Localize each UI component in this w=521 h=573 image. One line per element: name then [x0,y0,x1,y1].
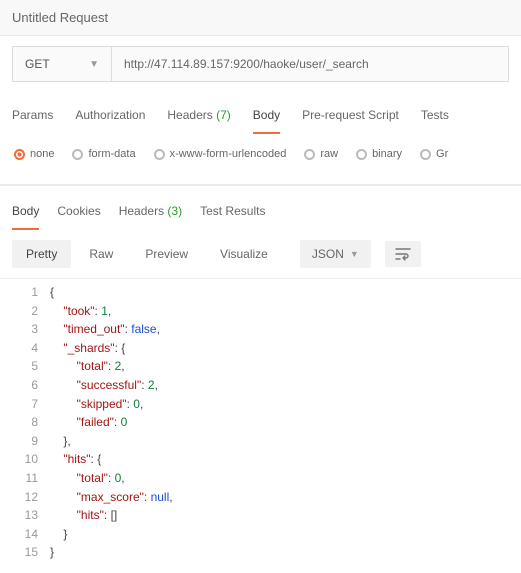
resp-tab-body[interactable]: Body [12,204,39,230]
body-type-radios: none form-data x-www-form-urlencoded raw… [0,134,521,178]
chevron-down-icon: ▼ [89,59,99,70]
tab-body[interactable]: Body [253,108,280,134]
wrap-lines-button[interactable] [385,241,421,267]
resp-tab-cookies[interactable]: Cookies [57,204,100,230]
tab-authorization[interactable]: Authorization [75,108,145,134]
response-tabs: Body Cookies Headers (3) Test Results [0,204,521,230]
view-preview-button[interactable]: Preview [131,240,202,268]
http-method-select[interactable]: GET ▼ [12,46,112,82]
http-method-value: GET [25,57,50,71]
request-bar: GET ▼ [0,36,521,94]
radio-icon [420,149,431,160]
view-visualize-button[interactable]: Visualize [206,240,282,268]
radio-binary[interactable]: binary [356,148,402,160]
resp-tab-headers-label: Headers [119,204,164,218]
resp-tab-headers[interactable]: Headers (3) [119,204,182,230]
resp-tab-headers-count: (3) [167,204,182,218]
wrap-icon [395,247,411,261]
tab-headers[interactable]: Headers (7) [167,108,230,134]
radio-icon [14,149,25,160]
radio-icon [356,149,367,160]
format-value: JSON [312,247,344,261]
tab-params[interactable]: Params [12,108,53,134]
line-gutter: 123456789101112131415 [0,283,50,562]
response-body-code[interactable]: 123456789101112131415 { "took": 1, "time… [0,279,521,562]
tab-prerequest[interactable]: Pre-request Script [302,108,399,134]
code-lines: { "took": 1, "timed_out": false, "_shard… [50,283,521,562]
tab-headers-label: Headers [167,108,212,122]
radio-raw[interactable]: raw [304,148,338,160]
request-tabs: Params Authorization Headers (7) Body Pr… [0,94,521,134]
radio-icon [154,149,165,160]
tab-headers-count: (7) [216,108,231,122]
view-raw-button[interactable]: Raw [75,240,127,268]
view-pretty-button[interactable]: Pretty [12,240,71,268]
tab-tests[interactable]: Tests [421,108,449,134]
request-url-input[interactable] [112,46,509,82]
radio-icon [304,149,315,160]
chevron-down-icon: ▼ [350,249,359,259]
radio-x-www-form-urlencoded[interactable]: x-www-form-urlencoded [154,148,287,160]
radio-form-data[interactable]: form-data [72,148,135,160]
section-divider [0,184,521,186]
response-view-bar: Pretty Raw Preview Visualize JSON ▼ [0,230,521,279]
radio-graphql[interactable]: Gr [420,148,448,160]
resp-tab-test-results[interactable]: Test Results [200,204,265,230]
radio-none[interactable]: none [14,148,54,160]
format-select[interactable]: JSON ▼ [300,240,371,268]
radio-icon [72,149,83,160]
request-title: Untitled Request [0,0,521,36]
